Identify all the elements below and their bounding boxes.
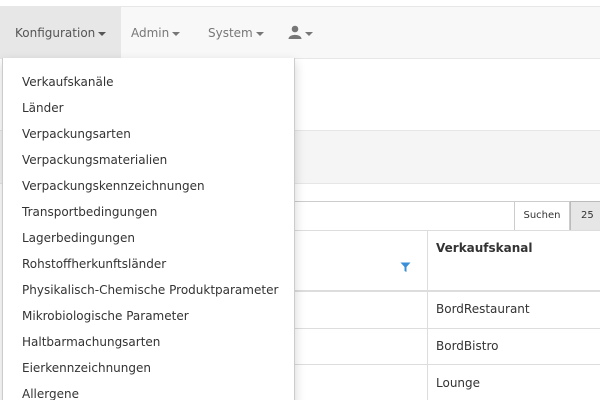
filter-icon[interactable] — [400, 262, 411, 273]
table-cell: Lounge — [436, 376, 481, 390]
table-cell: BordBistro — [436, 339, 499, 353]
column-divider — [427, 230, 428, 400]
menu-item-verpackungsmaterialien[interactable]: Verpackungsmaterialien — [22, 153, 167, 167]
menu-item-haltbarmachungsarten[interactable]: Haltbarmachungsarten — [22, 335, 160, 349]
table-cell: BordRestaurant — [436, 302, 530, 316]
nav-konfiguration[interactable]: Konfiguration — [0, 7, 122, 59]
menu-item-verpackungsarten[interactable]: Verpackungsarten — [22, 127, 131, 141]
menu-item-physikalisch-chemische-produktparameter[interactable]: Physikalisch-Chemische Produktparameter — [22, 283, 278, 297]
navbar: Konfiguration Admin System — [0, 6, 600, 59]
page-size-button[interactable]: 25 — [570, 201, 600, 231]
nav-admin[interactable]: Admin — [131, 7, 181, 59]
menu-item-verkaufskanaele[interactable]: Verkaufskanäle — [22, 75, 114, 89]
search-button[interactable]: Suchen — [514, 201, 570, 231]
nav-admin-label: Admin — [131, 26, 170, 40]
column-header-verkaufskanal[interactable]: Verkaufskanal — [436, 241, 533, 255]
nav-konfiguration-label: Konfiguration — [15, 26, 96, 40]
nav-system[interactable]: System — [208, 7, 264, 59]
nav-system-label: System — [208, 26, 253, 40]
user-icon — [288, 25, 302, 39]
chevron-down-icon — [172, 31, 181, 36]
chevron-down-icon — [98, 31, 107, 36]
konfiguration-dropdown-menu: Verkaufskanäle Länder Verpackungsarten V… — [2, 58, 295, 400]
nav-user-menu[interactable] — [288, 7, 313, 59]
menu-item-transportbedingungen[interactable]: Transportbedingungen — [22, 205, 157, 219]
menu-item-verpackungskennzeichnungen[interactable]: Verpackungskennzeichnungen — [22, 179, 205, 193]
menu-item-allergene[interactable]: Allergene — [22, 387, 79, 400]
menu-item-eierkennzeichnungen[interactable]: Eierkennzeichnungen — [22, 361, 151, 375]
chevron-down-icon — [305, 31, 313, 36]
menu-item-laender[interactable]: Länder — [22, 101, 64, 115]
menu-item-lagerbedingungen[interactable]: Lagerbedingungen — [22, 231, 135, 245]
menu-item-rohstoffherkunftslaender[interactable]: Rohstoffherkunftsländer — [22, 257, 166, 271]
menu-item-mikrobiologische-parameter[interactable]: Mikrobiologische Parameter — [22, 309, 189, 323]
chevron-down-icon — [255, 31, 264, 36]
